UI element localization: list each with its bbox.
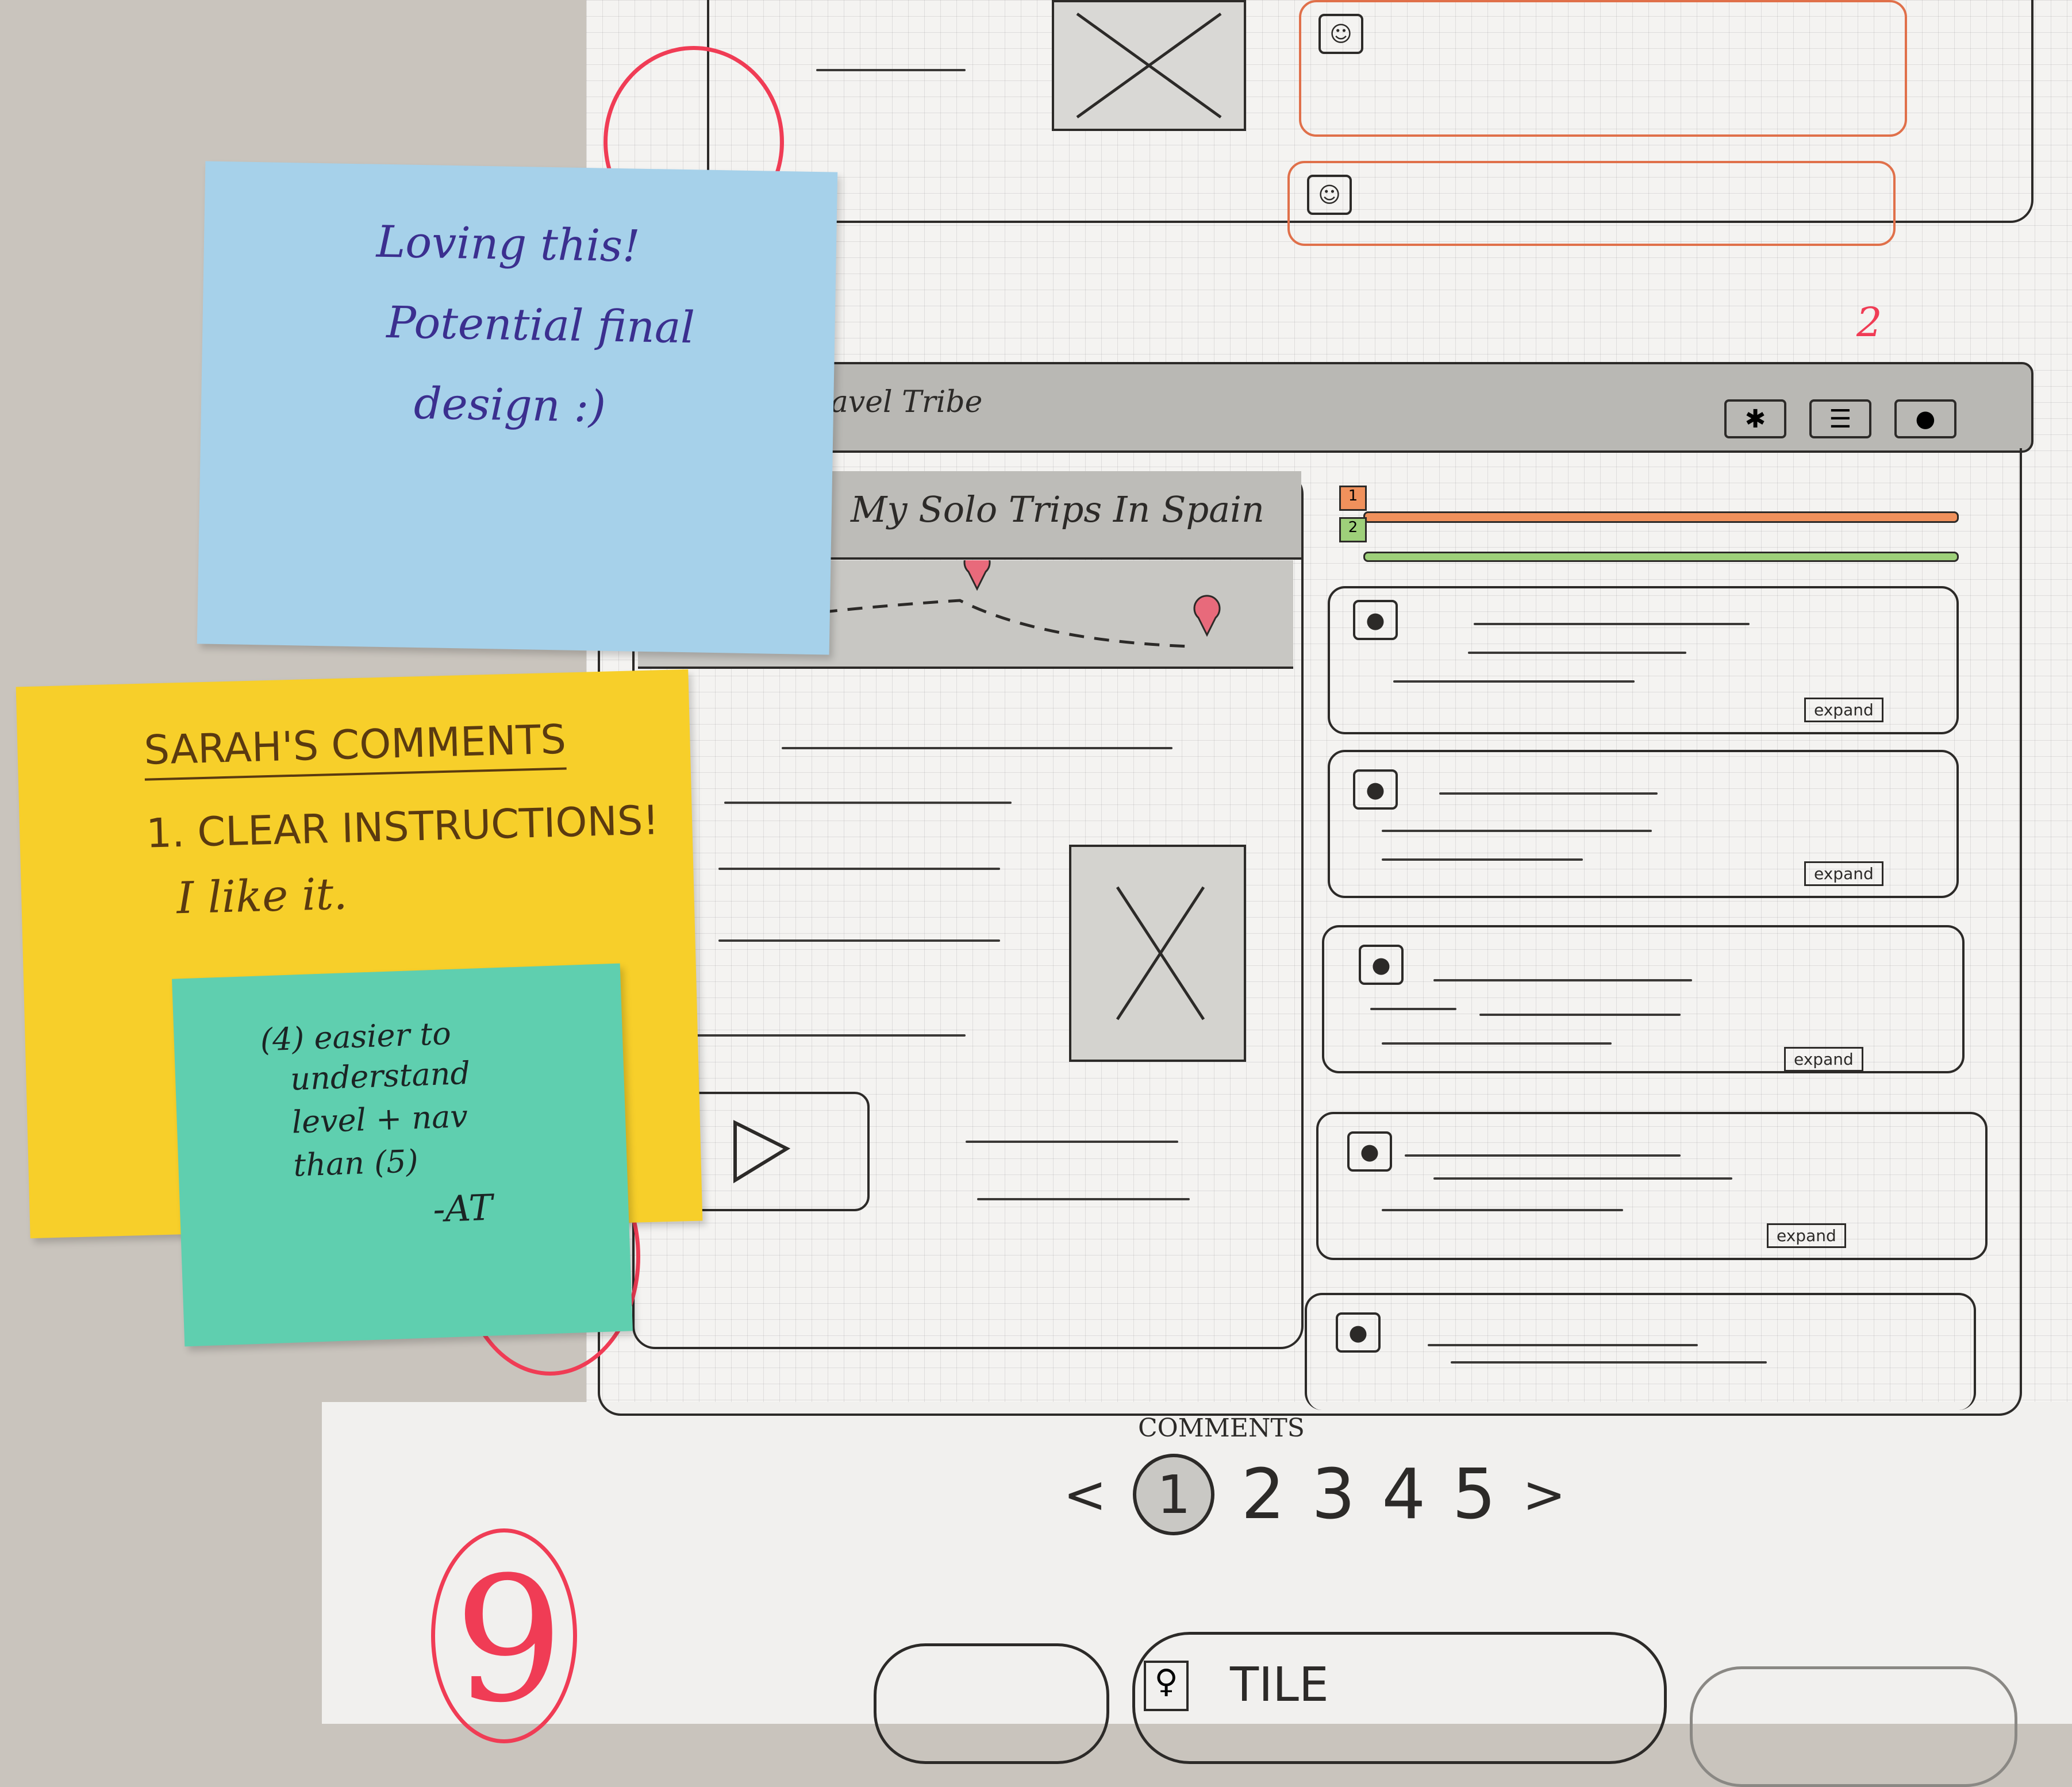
expand-button[interactable]: expand xyxy=(1804,698,1883,722)
text-line xyxy=(1474,623,1750,625)
comments-label: COMMENTS xyxy=(1138,1414,1305,1443)
top-card-1: ☺ xyxy=(1299,0,1907,137)
avatar-icon: ● xyxy=(1353,600,1398,640)
menu-icon[interactable]: ☰ xyxy=(1809,399,1871,438)
star-icon[interactable]: ✱ xyxy=(1724,399,1786,438)
level-1-badge: 1 xyxy=(1339,486,1367,511)
note-signature: -AT xyxy=(432,1186,494,1231)
note-line: than (5) xyxy=(293,1143,419,1184)
level-2-badge: 2 xyxy=(1339,517,1367,542)
pagination[interactable]: < 1 2 3 4 5 > xyxy=(1063,1454,1566,1535)
text-line xyxy=(966,1141,1178,1143)
text-line xyxy=(690,1034,966,1037)
text-line xyxy=(782,747,1173,749)
profile-icon[interactable]: ● xyxy=(1894,399,1956,438)
page-4[interactable]: 4 xyxy=(1382,1455,1425,1535)
page-5[interactable]: 5 xyxy=(1452,1455,1496,1535)
comment-card: ● xyxy=(1305,1293,1976,1410)
note-line: 1. CLEAR INSTRUCTIONS! xyxy=(145,796,660,857)
comment-card: ● expand xyxy=(1322,925,1965,1073)
text-line xyxy=(1405,1154,1681,1157)
page-number: 2 xyxy=(1856,299,1882,346)
top-image-placeholder xyxy=(1052,0,1246,131)
text-line xyxy=(1433,1177,1732,1180)
note-heading: SARAH'S COMMENTS xyxy=(143,715,567,781)
text-line xyxy=(724,802,1012,804)
bottom-tile-right xyxy=(1690,1666,2017,1787)
tile-avatar-icon: ♀ xyxy=(1144,1661,1189,1711)
note-line: Loving this! xyxy=(376,215,641,272)
text-line xyxy=(1433,979,1692,981)
text-line xyxy=(1382,1209,1623,1211)
note-line: design :) xyxy=(413,377,606,432)
note-line: Potential final xyxy=(386,296,695,353)
bottom-tile-left xyxy=(874,1643,1109,1764)
note-line: I like it. xyxy=(176,868,348,924)
trip-title: My Solo Trips In Spain xyxy=(851,488,1264,530)
text-line xyxy=(1428,1344,1698,1346)
text-line xyxy=(1370,1008,1456,1010)
expand-button[interactable]: expand xyxy=(1804,861,1883,886)
note-line: (4) easier to xyxy=(259,1015,452,1058)
bottom-number: 9 xyxy=(454,1540,564,1740)
top-line xyxy=(816,69,966,71)
top-card-2: ☺ xyxy=(1287,161,1896,246)
avatar-icon: ☺ xyxy=(1307,175,1352,215)
text-line xyxy=(1479,1014,1681,1016)
image-placeholder xyxy=(1069,845,1246,1062)
bottom-tile-center xyxy=(1132,1632,1667,1764)
app-title: ravel Tribe xyxy=(816,385,983,419)
next-page-icon[interactable]: > xyxy=(1523,1465,1566,1525)
play-icon[interactable] xyxy=(678,1094,867,1209)
text-line xyxy=(718,868,1000,870)
page-2[interactable]: 2 xyxy=(1241,1455,1285,1535)
comment-card: ● expand xyxy=(1328,750,1959,898)
avatar-icon: ● xyxy=(1347,1131,1392,1172)
text-line xyxy=(1393,680,1635,683)
blue-sticky-note: Loving this! Potential final design :) xyxy=(197,161,838,655)
text-line xyxy=(1382,858,1583,861)
note-line: understand xyxy=(290,1054,471,1097)
text-line xyxy=(1468,652,1686,654)
page-1[interactable]: 1 xyxy=(1133,1454,1215,1535)
level-1-bar xyxy=(1363,511,1959,523)
avatar-icon: ● xyxy=(1353,769,1398,810)
level-2-bar xyxy=(1363,552,1959,562)
text-line xyxy=(1382,1042,1612,1045)
text-line xyxy=(718,939,1000,942)
expand-button[interactable]: expand xyxy=(1767,1223,1846,1248)
prev-page-icon[interactable]: < xyxy=(1063,1465,1106,1525)
avatar-icon: ● xyxy=(1336,1312,1381,1353)
avatar-icon: ☺ xyxy=(1318,14,1363,54)
text-line xyxy=(1382,830,1652,832)
tile-label: TILE xyxy=(1230,1658,1329,1712)
page-3[interactable]: 3 xyxy=(1312,1455,1355,1535)
teal-sticky-note: (4) easier to understand level + nav tha… xyxy=(172,963,633,1347)
header-icons[interactable]: ✱ ☰ ● xyxy=(1724,399,1956,438)
comment-card: ● expand xyxy=(1316,1112,1988,1260)
text-line xyxy=(977,1198,1190,1200)
text-line xyxy=(1451,1361,1767,1364)
comment-card: ● expand xyxy=(1328,586,1959,734)
video-placeholder[interactable] xyxy=(675,1092,870,1211)
avatar-icon: ● xyxy=(1359,945,1404,985)
text-line xyxy=(1439,792,1658,795)
note-line: level + nav xyxy=(291,1098,468,1141)
expand-button[interactable]: expand xyxy=(1784,1047,1863,1072)
